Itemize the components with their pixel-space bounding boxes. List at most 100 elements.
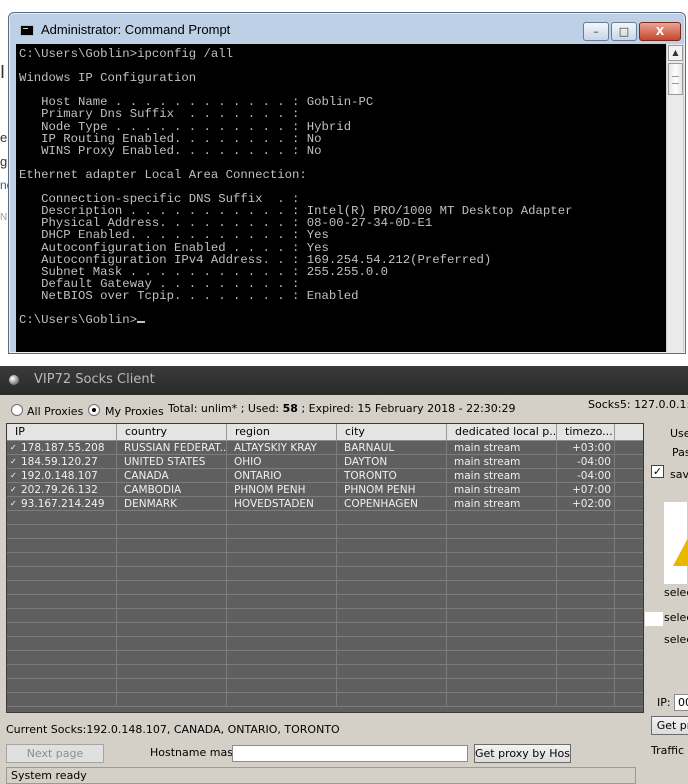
scroll-thumb[interactable] (668, 63, 683, 95)
all-proxies-radio[interactable] (11, 404, 23, 416)
table-cell-empty (447, 665, 557, 679)
table-cell-empty (7, 679, 117, 693)
hostname-mask-input[interactable] (232, 745, 468, 762)
table-cell-empty (557, 651, 615, 665)
select-option-1[interactable]: selec (664, 586, 688, 599)
scroll-up-arrow-icon[interactable]: ▲ (668, 45, 683, 61)
cmd-line: NetBIOS over Tcpip. . . . . . . . : Enab… (19, 288, 359, 303)
table-cell-text: DENMARK (124, 498, 177, 510)
table-cell-empty (557, 609, 615, 623)
table-cell: CANADA (117, 469, 227, 483)
table-cell-empty (117, 693, 227, 707)
current-socks-text: Current Socks:192.0.148.107, CANADA, ONT… (6, 723, 340, 736)
table-row[interactable]: ✓ 93.167.214.249 DENMARK HOVEDSTADEN COPENHA… (7, 497, 643, 511)
table-row[interactable]: ✓ 192.0.148.107 CANADA ONTARIO TORONTO main s… (7, 469, 643, 483)
table-cell-empty (447, 511, 557, 525)
cmd-console[interactable]: C:\Users\Goblin>ipconfig /all Windows IP… (16, 44, 666, 352)
warning-icon (673, 538, 688, 566)
cmd-titlebar[interactable]: Administrator: Command Prompt – □ X (9, 13, 685, 43)
column-header-city[interactable]: city (337, 424, 447, 440)
table-cell: main stream (447, 483, 557, 497)
total-value: unlim* (200, 402, 238, 415)
table-cell-empty (227, 679, 337, 693)
table-row[interactable]: ✓ 184.59.120.27 UNITED STATES OHIO DAYTON mai… (7, 455, 643, 469)
all-proxies-label: All Proxies (27, 405, 84, 418)
table-cell-empty (447, 525, 557, 539)
maximize-button[interactable]: □ (611, 22, 637, 41)
table-cell-empty (615, 637, 643, 651)
table-cell-empty (615, 497, 643, 511)
get-proxy-by-host-button[interactable]: Get proxy by Host (474, 744, 571, 763)
proxy-table[interactable]: IP country region city dedicated local p… (6, 423, 644, 713)
column-header-dedicated-local-port[interactable]: dedicated local p... (447, 424, 557, 440)
table-cell-empty (7, 665, 117, 679)
column-header-timezone[interactable]: timezo... (557, 424, 615, 440)
table-cell: RUSSIAN FEDERAT... (117, 441, 227, 455)
table-cell-empty (615, 469, 643, 483)
table-cell-empty (227, 567, 337, 581)
table-cell-text: HOVEDSTADEN (234, 498, 314, 510)
table-cell: +02:00 (557, 497, 615, 511)
cmd-line: C:\Users\Goblin> (19, 313, 138, 328)
table-cell-text: +07:00 (571, 484, 611, 496)
table-cell-text: CANADA (124, 470, 169, 482)
table-cell-empty (557, 539, 615, 553)
column-header-country[interactable]: country (117, 424, 227, 440)
table-row[interactable]: ✓ 202.79.26.132 CAMBODIA PHNOM PENH PHNOM PE… (7, 483, 643, 497)
table-cell-empty (337, 651, 447, 665)
table-cell-text: PHNOM PENH (234, 484, 306, 496)
table-cell-empty (615, 511, 643, 525)
cmd-scrollbar[interactable]: ▲ (666, 44, 683, 352)
table-cell-empty (117, 581, 227, 595)
minimize-button[interactable]: – (583, 22, 609, 41)
background-fragment: e (0, 130, 8, 145)
select-option-3[interactable]: selec (664, 633, 688, 646)
table-row-empty (7, 525, 643, 539)
table-cell-empty (557, 637, 615, 651)
cmd-window-title: Administrator: Command Prompt (41, 22, 231, 37)
table-cell-empty (447, 651, 557, 665)
table-cell-empty (227, 595, 337, 609)
table-cell-empty (615, 693, 643, 707)
table-cell-empty (557, 665, 615, 679)
table-cell-empty (7, 609, 117, 623)
table-cell-empty (615, 539, 643, 553)
column-header-region[interactable]: region (227, 424, 337, 440)
ip-input[interactable] (674, 694, 688, 711)
table-cell-empty (7, 595, 117, 609)
table-cell-text: BARNAUL (344, 442, 395, 454)
proxy-table-header: IP country region city dedicated local p… (7, 424, 643, 441)
table-cell-empty (337, 693, 447, 707)
table-cell-empty (447, 595, 557, 609)
row-check-icon: ✓ (10, 485, 17, 494)
column-header-ip[interactable]: IP (7, 424, 117, 440)
close-button[interactable]: X (639, 22, 681, 41)
table-row[interactable]: ✓ 178.187.55.208 RUSSIAN FEDERAT... ALTAYSK… (7, 441, 643, 455)
command-prompt-window: Administrator: Command Prompt – □ X C:\U… (8, 12, 686, 354)
vip72-titlebar[interactable]: VIP72 Socks Client (0, 366, 688, 395)
row-check-icon: ✓ (10, 471, 17, 480)
table-cell-text: -04:00 (576, 470, 611, 482)
table-cell-empty (615, 525, 643, 539)
select-option-2[interactable]: selec (664, 611, 688, 624)
table-cell-empty (615, 441, 643, 455)
table-cell: PHNOM PENH (227, 483, 337, 497)
table-cell-empty (7, 567, 117, 581)
save-checkbox[interactable]: ✓ (651, 465, 664, 478)
cmd-app-icon (20, 25, 34, 36)
table-cell-empty (117, 511, 227, 525)
table-row-empty (7, 595, 643, 609)
table-cell-empty (117, 567, 227, 581)
table-cell-empty (337, 609, 447, 623)
table-cell-empty (117, 623, 227, 637)
table-cell-empty (447, 553, 557, 567)
table-cell-text: OHIO (234, 456, 262, 468)
table-cell-empty (117, 525, 227, 539)
table-cell-empty (227, 637, 337, 651)
next-page-button[interactable]: Next page (6, 744, 104, 763)
table-cell-empty (615, 623, 643, 637)
my-proxies-radio[interactable] (88, 404, 100, 416)
table-cell-empty (117, 679, 227, 693)
get-proxy-button[interactable]: Get pr (651, 716, 688, 735)
status-text: System ready (11, 769, 87, 782)
